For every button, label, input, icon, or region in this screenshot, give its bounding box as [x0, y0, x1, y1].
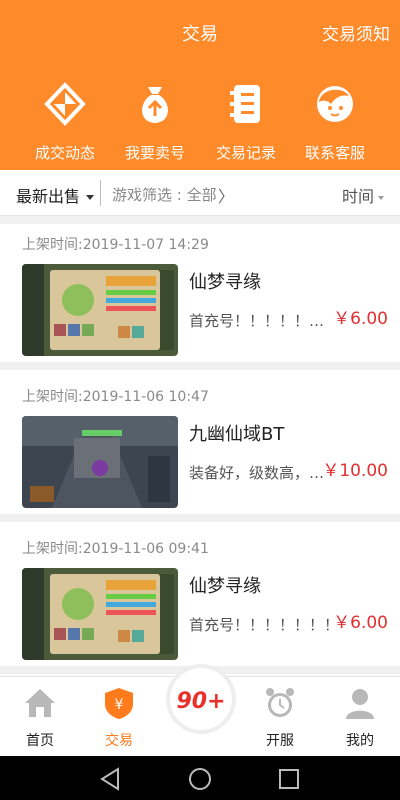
- divider: [100, 180, 101, 206]
- game-filter[interactable]: 游戏筛选 : 全部: [112, 184, 217, 205]
- caret-down-icon: [86, 195, 95, 200]
- listing-price: ￥10.00: [322, 461, 388, 481]
- tab-label: 首页: [26, 733, 54, 749]
- nav-deal-news[interactable]: 成交动态: [15, 82, 115, 168]
- listing-item[interactable]: 上架时间:2019-11-06 09:41 仙梦寻缘 首充号！！！！！！！ ￥6…: [0, 528, 400, 674]
- game-name: 仙梦寻缘: [189, 272, 261, 293]
- nav-label: 交易记录: [215, 144, 276, 162]
- center-logo-button[interactable]: 90+: [170, 668, 232, 730]
- game-screenshot-thumbnail: [22, 264, 178, 356]
- deal-news-icon: [44, 82, 86, 126]
- game-name: 仙梦寻缘: [189, 576, 261, 597]
- home-icon: [25, 689, 55, 717]
- back-icon[interactable]: [98, 766, 124, 792]
- tab-server-open[interactable]: 开服: [245, 677, 315, 757]
- tab-trade[interactable]: ¥ 交易: [84, 677, 154, 757]
- money-bag-icon: [142, 87, 168, 123]
- alarm-clock-icon: [266, 688, 294, 717]
- listing-price: ￥6.00: [333, 613, 388, 633]
- nav-customer-service[interactable]: 联系客服: [285, 82, 385, 168]
- nav-label: 成交动态: [34, 144, 95, 162]
- listing-description: 首充号！！！！！！！: [189, 616, 339, 634]
- tab-label: 我的: [346, 733, 374, 749]
- nav-trade-records[interactable]: 交易记录: [196, 82, 296, 168]
- app-logo-icon: 90+: [172, 670, 230, 728]
- time-sort[interactable]: 时间: [342, 183, 384, 207]
- logo-text: 90+: [176, 689, 225, 714]
- listing-time: 上架时间:2019-11-06 09:41: [22, 541, 209, 557]
- caret-down-icon: [378, 195, 384, 200]
- game-screenshot-thumbnail: [22, 568, 178, 660]
- listing-description: 装备好，级数高，充值多: [189, 464, 339, 482]
- header: 交易 交易须知 成交动态 我要卖号 交易记录 联系客服: [0, 0, 400, 170]
- nav-sell-account[interactable]: 我要卖号: [105, 82, 205, 168]
- records-icon: [230, 85, 260, 123]
- listing-price: ￥6.00: [333, 309, 388, 329]
- game-screenshot-thumbnail: [22, 416, 178, 508]
- trade-shield-icon: ¥: [105, 688, 133, 719]
- listing-time: 上架时间:2019-11-06 10:47: [22, 389, 209, 405]
- divider: [0, 216, 400, 224]
- listing-time: 上架时间:2019-11-07 14:29: [22, 237, 209, 253]
- listing-item[interactable]: 上架时间:2019-11-06 10:47 九幽仙域BT 装备好，级数高，充值多…: [0, 376, 400, 522]
- customer-service-icon: [317, 86, 353, 122]
- game-name: 九幽仙域BT: [189, 424, 285, 445]
- system-navigation-bar: [0, 756, 400, 800]
- listing-description: 首充号！！！！！！！！！: [189, 312, 339, 330]
- sort-label: 最新出售: [16, 187, 81, 206]
- filter-bar: 最新出售 游戏筛选 : 全部 〉 时间: [0, 170, 400, 216]
- tab-profile[interactable]: 我的: [325, 677, 395, 757]
- sort-dropdown[interactable]: 最新出售: [16, 183, 95, 207]
- nav-label: 我要卖号: [124, 144, 185, 162]
- listing-item[interactable]: 上架时间:2019-11-07 14:29 仙梦寻缘 首充号！！！！！！！！！ …: [0, 224, 400, 370]
- trade-notice-link[interactable]: 交易须知: [322, 20, 390, 45]
- recents-icon[interactable]: [276, 766, 302, 792]
- nav-label: 联系客服: [304, 144, 365, 162]
- home-circle-icon[interactable]: [187, 766, 213, 792]
- chevron-right-icon: 〉: [218, 187, 235, 206]
- time-sort-label: 时间: [341, 187, 374, 206]
- tab-home[interactable]: 首页: [5, 677, 75, 757]
- tab-label: 交易: [105, 733, 133, 749]
- profile-icon: [346, 689, 374, 719]
- svg-text:¥: ¥: [115, 697, 124, 713]
- tab-label: 开服: [266, 733, 294, 749]
